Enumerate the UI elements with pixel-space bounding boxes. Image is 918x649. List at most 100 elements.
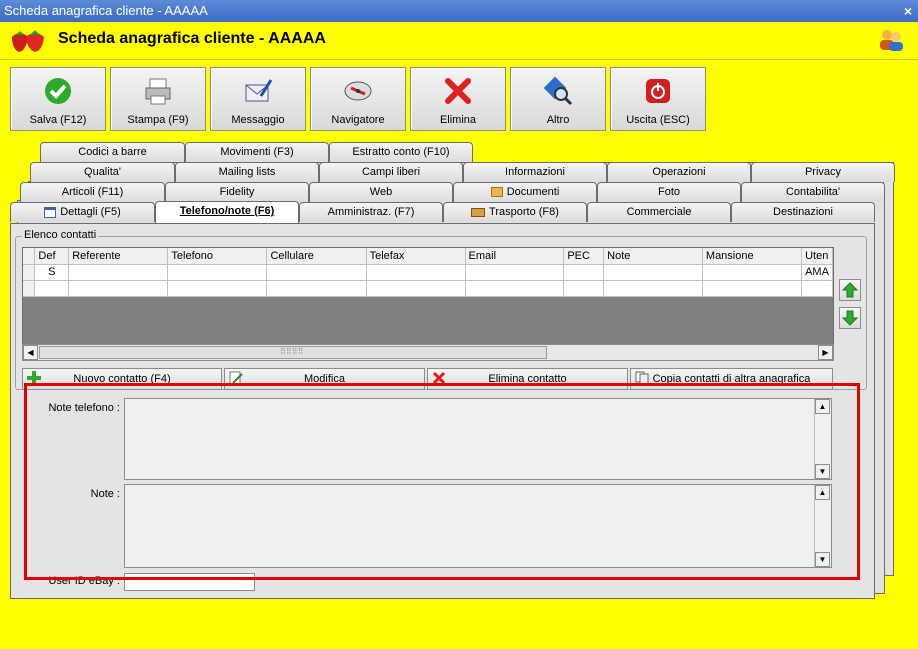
cell-utente[interactable]: AMA xyxy=(801,264,833,281)
delete-contact-label: Elimina contatto xyxy=(488,373,567,385)
col-cellulare[interactable]: Cellulare xyxy=(266,248,367,265)
tab-articoli[interactable]: Articoli (F11) xyxy=(20,182,165,202)
user-id-ebay-label: User ID eBay : xyxy=(48,575,120,587)
power-icon xyxy=(646,79,670,103)
truck-icon xyxy=(471,207,486,217)
note-label: Note : xyxy=(90,488,120,500)
cell-referente[interactable] xyxy=(68,280,169,297)
cell-cellulare[interactable] xyxy=(266,264,367,281)
cell-telefono[interactable] xyxy=(167,264,268,281)
window-title: Scheda anagrafica cliente - AAAAA xyxy=(4,3,208,18)
save-label: Salva (F12) xyxy=(29,114,87,126)
cell-utente[interactable] xyxy=(801,280,833,297)
other-button[interactable]: Altro xyxy=(510,67,606,131)
tab-documenti[interactable]: Documenti xyxy=(453,182,597,202)
window-titlebar: Scheda anagrafica cliente - AAAAA × xyxy=(0,0,918,22)
col-telefax[interactable]: Telefax xyxy=(366,248,466,265)
note-telefono-label: Note telefono : xyxy=(48,402,120,414)
col-telefono[interactable]: Telefono xyxy=(167,248,268,265)
tab-contabilita[interactable]: Contabilita' xyxy=(741,182,885,202)
col-mansione[interactable]: Mansione xyxy=(702,248,803,265)
new-contact-button[interactable]: Nuovo contatto (F4) xyxy=(22,368,222,390)
col-pec[interactable]: PEC xyxy=(563,248,605,265)
scrollbar-thumb[interactable]: ⠿⠿⠿⠿ xyxy=(39,346,547,359)
message-label: Messaggio xyxy=(231,114,285,126)
copy-contacts-label: Copia contatti di altra anagrafica xyxy=(652,373,811,385)
scroll-up-icon[interactable]: ▲ xyxy=(815,399,830,414)
close-icon[interactable]: × xyxy=(904,0,912,22)
tab-codici-a-barre[interactable]: Codici a barre xyxy=(40,142,185,162)
cell-note[interactable] xyxy=(603,264,703,281)
save-button[interactable]: Salva (F12) xyxy=(10,67,106,131)
tab-destinazioni[interactable]: Destinazioni xyxy=(731,202,875,222)
cell-pec[interactable] xyxy=(563,264,605,281)
red-x-icon xyxy=(445,78,471,104)
cell-def[interactable]: S xyxy=(34,264,70,281)
delete-button[interactable]: Elimina xyxy=(410,67,506,131)
cell-referente[interactable] xyxy=(68,264,169,281)
tab-qualita[interactable]: Qualita' xyxy=(30,162,175,182)
magnifier-icon xyxy=(543,76,573,106)
scroll-right-icon[interactable]: ▶ xyxy=(818,345,833,360)
col-referente[interactable]: Referente xyxy=(68,248,169,265)
cell-pec[interactable] xyxy=(563,280,605,297)
tab-estratto-conto[interactable]: Estratto conto (F10) xyxy=(329,142,473,162)
users-icon[interactable] xyxy=(878,28,904,52)
cell-cellulare[interactable] xyxy=(266,280,367,297)
scroll-up-icon[interactable]: ▲ xyxy=(815,485,830,500)
cell-telefono[interactable] xyxy=(167,280,268,297)
tab-foto[interactable]: Foto xyxy=(597,182,741,202)
cell-mansione[interactable] xyxy=(702,280,803,297)
copy-contacts-button[interactable]: Copia contatti di altra anagrafica xyxy=(630,368,833,390)
cell-telefax[interactable] xyxy=(366,264,466,281)
col-note[interactable]: Note xyxy=(603,248,703,265)
col-email[interactable]: Email xyxy=(465,248,565,265)
table-row[interactable] xyxy=(23,280,833,297)
col-def[interactable]: Def xyxy=(34,248,70,265)
scroll-down-icon[interactable]: ▼ xyxy=(815,552,830,567)
tab-operazioni[interactable]: Operazioni xyxy=(607,162,751,182)
note-telefono-field[interactable]: ▲ ▼ xyxy=(124,398,832,480)
note-field[interactable]: ▲ ▼ xyxy=(124,484,832,568)
edit-contact-button[interactable]: Modifica xyxy=(224,368,425,390)
print-button[interactable]: Stampa (F9) xyxy=(110,67,206,131)
navigator-button[interactable]: Navigatore xyxy=(310,67,406,131)
tab-trasporto[interactable]: Trasporto (F8) xyxy=(443,202,587,222)
cell-telefax[interactable] xyxy=(366,280,466,297)
cell-email[interactable] xyxy=(465,280,565,297)
tab-commerciale[interactable]: Commerciale xyxy=(587,202,731,222)
tab-dettagli[interactable]: Dettagli (F5) xyxy=(10,202,155,222)
tab-mailing-lists[interactable]: Mailing lists xyxy=(175,162,319,182)
strawberry-icon xyxy=(12,30,44,52)
cell-note[interactable] xyxy=(603,280,703,297)
cell-mansione[interactable] xyxy=(702,264,803,281)
user-id-ebay-input[interactable] xyxy=(124,573,255,591)
scroll-down-icon[interactable]: ▼ xyxy=(815,464,830,479)
copy-icon xyxy=(635,371,649,385)
tab-telefono-note[interactable]: Telefono/note (F6) xyxy=(155,201,299,223)
tab-campi-liberi[interactable]: Campi liberi xyxy=(319,162,463,182)
tab-fidelity[interactable]: Fidelity xyxy=(165,182,309,202)
tab-informazioni[interactable]: Informazioni xyxy=(463,162,607,182)
tab-movimenti[interactable]: Movimenti (F3) xyxy=(185,142,329,162)
contacts-table: Def Referente Telefono Cellulare Telefax… xyxy=(23,248,833,297)
tab-privacy[interactable]: Privacy xyxy=(751,162,895,182)
printer-icon xyxy=(145,78,171,105)
green-plus-icon xyxy=(27,371,41,385)
exit-label: Uscita (ESC) xyxy=(626,114,690,126)
message-button[interactable]: Messaggio xyxy=(210,67,306,131)
cell-def[interactable] xyxy=(34,280,70,297)
cell-email[interactable] xyxy=(465,264,565,281)
delete-contact-button[interactable]: Elimina contatto xyxy=(427,368,628,390)
note-telefono-scrollbar[interactable]: ▲ ▼ xyxy=(814,399,831,479)
tab-web[interactable]: Web xyxy=(309,182,453,202)
note-scrollbar[interactable]: ▲ ▼ xyxy=(814,485,831,567)
exit-button[interactable]: Uscita (ESC) xyxy=(610,67,706,131)
scroll-left-icon[interactable]: ◀ xyxy=(23,345,38,360)
move-down-button[interactable] xyxy=(839,307,861,329)
grid-horizontal-scrollbar[interactable]: ◀ ⠿⠿⠿⠿ ▶ xyxy=(22,344,834,361)
col-utente[interactable]: Uten xyxy=(801,248,833,265)
tab-amministraz[interactable]: Amministraz. (F7) xyxy=(299,202,443,222)
table-row[interactable]: S AMA xyxy=(23,264,833,281)
move-up-button[interactable] xyxy=(839,279,861,301)
